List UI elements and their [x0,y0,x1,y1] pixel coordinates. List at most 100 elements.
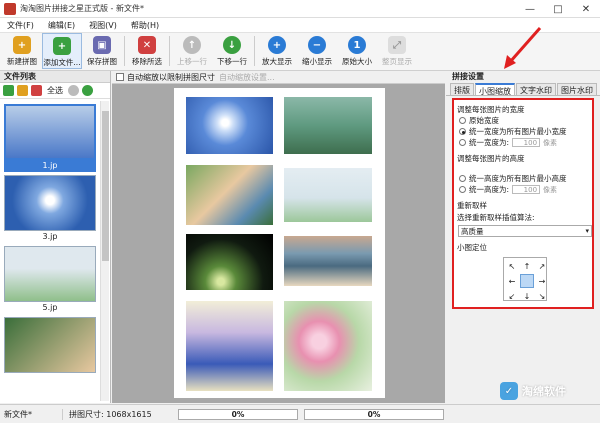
title-bar: 淘淘图片拼接之星正式版 - 新文件* — □ ✕ [0,0,600,18]
arrow-sw-icon[interactable]: ↙ [505,289,519,303]
resample-title: 重新取样 [457,201,487,210]
height-value-input[interactable]: 100 [512,185,541,194]
close-button[interactable]: ✕ [572,0,600,18]
width-section-title: 调整每张图片的宽度 [457,105,525,114]
scrollbar-thumb[interactable] [102,111,109,261]
position-center-button[interactable] [520,274,534,288]
puzzle-image-dandelion[interactable] [186,97,273,154]
puzzle-image-pink-flower[interactable] [284,301,372,391]
open-folder-icon[interactable] [17,85,28,96]
width-option-min[interactable]: 统一宽度为所有图片最小宽度 [459,126,589,137]
move-up-button[interactable]: ↑ 上移一行 [172,33,212,69]
remove-selected-button[interactable]: ✕ 移除所选 [127,33,167,69]
menu-view[interactable]: 视图(V) [82,20,124,31]
thumbnail-caption: 3.jp [42,232,58,241]
file-list-scrollbar[interactable] [100,101,109,401]
add-file-button[interactable]: + 添加文件... [42,33,82,69]
down-icon: ↓ [223,36,241,54]
remove-icon[interactable] [31,85,42,96]
settings-tabs: 排版 小图缩放 文字水印 图片水印 [446,83,600,96]
app-icon [4,2,16,15]
list-item[interactable]: 3.jp [4,175,96,243]
thumbnail-caption [4,373,96,385]
radio-button[interactable] [459,139,466,146]
up-icon: ↑ [183,36,201,54]
status-file: 新文件* [4,409,32,419]
radio-button[interactable] [459,186,466,193]
puzzle-image-girl[interactable] [186,165,273,225]
arrow-ne-icon[interactable]: ↗ [535,259,549,273]
radio-button[interactable] [459,117,466,124]
add-file-icon: + [53,37,71,55]
puzzle-image-white-flowers[interactable] [284,168,372,222]
minimize-button[interactable]: — [516,0,544,18]
move-up-icon[interactable] [68,85,79,96]
arrow-nw-icon[interactable]: ↖ [505,259,519,273]
height-option-min[interactable]: 统一高度为所有图片最小高度 [459,173,589,184]
height-option-fixed[interactable]: 统一高度为: 100 像素 [459,184,589,195]
width-option-original[interactable]: 原始宽度 [459,115,589,126]
arrow-s-icon[interactable]: ↓ [520,289,534,303]
status-bar: 新文件* 拼图尺寸: 1068x1615 0% 0% [0,404,600,423]
menu-file[interactable]: 文件(F) [0,20,41,31]
tab-text-watermark[interactable]: 文字水印 [516,83,556,95]
toolbar-separator [169,36,170,66]
arrow-w-icon[interactable]: ← [505,274,519,288]
list-item[interactable]: 5.jp [4,246,96,314]
canvas-options: 自动缩放以限制拼图尺寸 自动缩放设置... [112,71,445,84]
move-down-button[interactable]: ↓ 下移一行 [212,33,252,69]
progress-bar-2: 0% [304,408,444,420]
puzzle-image-book[interactable] [284,236,372,286]
list-item[interactable]: 1.jp [4,104,96,172]
list-item[interactable] [4,317,96,385]
width-option-fixed[interactable]: 统一宽度为: 100 像素 [459,137,589,148]
auto-scale-checkbox[interactable] [116,73,124,81]
toolbar-separator [124,36,125,66]
save-puzzle-button[interactable]: ▣ 保存拼图 [82,33,122,69]
radio-button[interactable] [459,175,466,182]
thumbnail-image [4,104,96,160]
toolbar-separator [254,36,255,66]
progress-bar-1: 0% [178,408,298,420]
puzzle-image-field[interactable] [284,97,372,154]
remove-icon: ✕ [138,36,156,54]
actual-size-icon: 1 [348,36,366,54]
annotation-arrow-icon [504,27,542,69]
thumbnail-caption: 5.jp [42,303,58,312]
new-puzzle-button[interactable]: + 新建拼图 [2,33,42,69]
actual-size-button[interactable]: 1 原始大小 [337,33,377,69]
puzzle-image-night-flowers[interactable] [186,234,273,290]
tab-scaling[interactable]: 小图缩放 [475,83,515,96]
add-folder-icon[interactable] [3,85,14,96]
arrow-e-icon[interactable]: → [535,274,549,288]
auto-scale-settings-link[interactable]: 自动缩放设置... [219,72,275,83]
fit-page-button[interactable]: ⤢ 整页显示 [377,33,417,69]
arrow-n-icon[interactable]: ↑ [520,259,534,273]
move-down-icon[interactable] [82,85,93,96]
tab-image-watermark[interactable]: 图片水印 [557,83,597,95]
thumbnail-caption: 1.jp [4,160,96,172]
folder-new-icon: + [13,36,31,54]
thumbnail-list: 1.jp 3.jp 5.jp [2,101,98,401]
select-all-button[interactable]: 全选 [45,85,65,96]
zoom-out-icon: − [308,36,326,54]
radio-button[interactable] [459,128,466,135]
menu-help[interactable]: 帮助(H) [124,20,166,31]
zoom-in-button[interactable]: + 放大显示 [257,33,297,69]
zoom-in-icon: + [268,36,286,54]
resample-label: 选择重新取样插值算法: [457,213,535,222]
resample-select[interactable]: 高质量 ▾ [458,225,592,237]
arrow-se-icon[interactable]: ↘ [535,289,549,303]
maximize-button[interactable]: □ [544,0,572,18]
chevron-down-icon: ▾ [585,227,589,235]
brand-watermark: ✓ 淘绵软件 [500,382,566,400]
puzzle-image-blue-vases[interactable] [186,301,273,391]
file-list-title: 文件列表 [0,71,110,83]
position-title: 小图定位 [457,243,487,252]
zoom-out-button[interactable]: − 缩小显示 [297,33,337,69]
menu-edit[interactable]: 编辑(E) [41,20,82,31]
width-value-input[interactable]: 100 [512,138,541,147]
tab-layout[interactable]: 排版 [450,83,474,95]
thumbnail-image [4,246,96,302]
auto-scale-label: 自动缩放以限制拼图尺寸 [127,72,215,82]
